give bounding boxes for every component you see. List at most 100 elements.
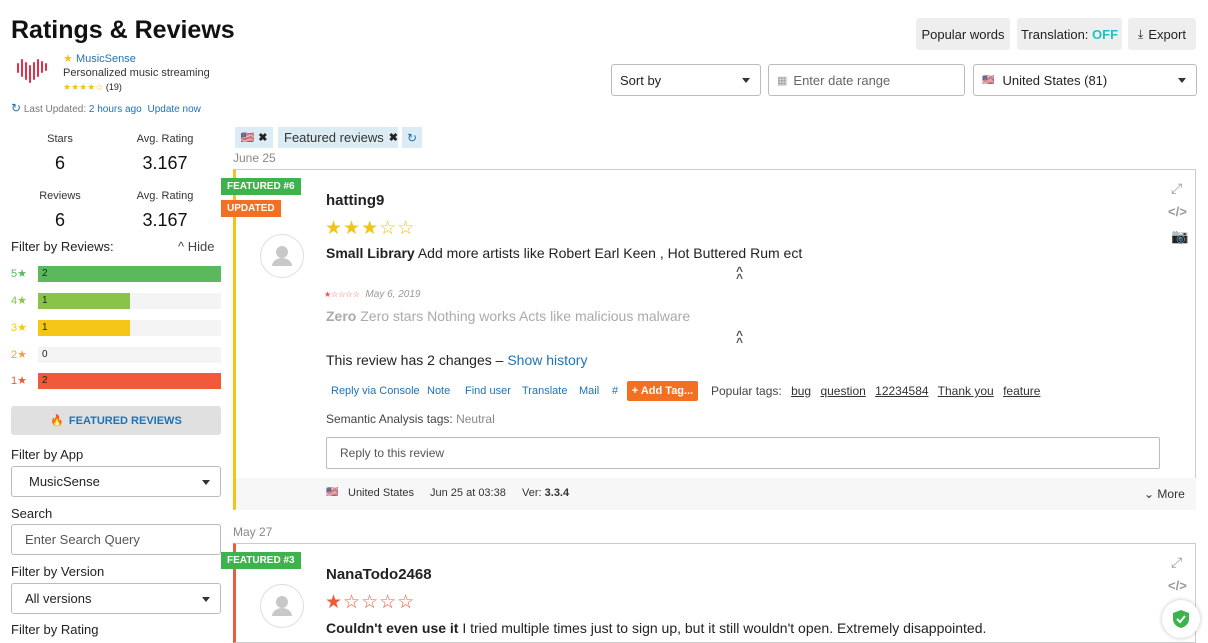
search-label: Search <box>11 506 53 521</box>
filter-reviews-label: Filter by Reviews: <box>11 239 114 254</box>
chevron-down-icon <box>742 78 750 83</box>
rating-filter-count: 1 <box>42 295 48 306</box>
rating-filter-row[interactable]: 1★ 2 <box>11 373 221 389</box>
us-flag-icon: 🇺🇸 <box>326 487 339 498</box>
version-select[interactable]: All versions <box>11 583 221 614</box>
code-icon[interactable]: </> <box>1168 204 1187 219</box>
date-header: May 27 <box>233 525 273 539</box>
us-flag-icon: 🇺🇸 <box>982 74 995 86</box>
chevron-down-icon <box>202 480 210 485</box>
rating-filter-bar: 2 <box>38 373 221 389</box>
rating-filter-fill <box>38 320 130 336</box>
tag-link[interactable]: question <box>820 384 865 398</box>
refresh-icon[interactable]: ↻ <box>11 101 21 115</box>
chevron-down-icon: ⌄ <box>1144 487 1155 501</box>
country-chip[interactable]: 🇺🇸 ✖ <box>235 127 273 148</box>
app-select[interactable]: MusicSense <box>11 466 221 497</box>
camera-icon[interactable]: 📷 <box>1171 228 1188 245</box>
expand-icon[interactable]: ⤢ <box>1171 554 1182 571</box>
popular-words-button[interactable]: Popular words <box>916 18 1010 50</box>
expand-icon[interactable]: ⤢ <box>1171 180 1182 197</box>
date-header: June 25 <box>233 151 276 165</box>
rating-filter-count: 2 <box>42 268 48 279</box>
avatar <box>260 234 304 278</box>
app-logo <box>14 54 50 84</box>
reply-console-link[interactable]: Reply via Console <box>331 385 420 397</box>
review-stars: ★★★☆☆ <box>325 218 416 239</box>
fire-icon: 🔥 <box>50 415 64 427</box>
rating-label: Filter by Rating <box>11 622 99 637</box>
avatar <box>260 584 304 628</box>
tag-link[interactable]: feature <box>1003 384 1040 398</box>
review-footer: 🇺🇸 United States Jun 25 at 03:38 Ver: 3.… <box>236 478 1196 510</box>
review-author: NanaTodo2468 <box>326 566 432 583</box>
app-info: ★ MusicSense Personalized music streamin… <box>63 52 210 94</box>
rating-filter-fill <box>38 266 221 282</box>
rating-filter-row[interactable]: 3★ 1 <box>11 320 221 336</box>
download-icon: ⤓ <box>1138 26 1144 41</box>
date-range-input[interactable]: ▦ Enter date range <box>768 64 965 96</box>
rating-filter-stars: 4★ <box>11 295 27 307</box>
tag-link[interactable]: 12234584 <box>875 384 928 398</box>
chevron-down-icon <box>1178 78 1186 83</box>
rating-filter-fill <box>38 373 221 389</box>
rating-filter-bar: 2 <box>38 266 221 282</box>
popular-tags: Popular tags: bug question 12234584 Than… <box>711 384 1041 398</box>
changes-info: This review has 2 changes – Show history <box>326 352 588 368</box>
rating-filter-stars: 2★ <box>11 349 27 361</box>
collapse-icon[interactable]: ^ ^ <box>736 265 743 284</box>
show-history-link[interactable]: Show history <box>507 352 587 368</box>
find-user-link[interactable]: Find user <box>465 385 511 397</box>
rating-filter-fill <box>38 293 130 309</box>
rating-filter-stars: 5★ <box>11 268 27 280</box>
featured-reviews-button[interactable]: 🔥 FEATURED REVIEWS <box>11 406 221 435</box>
export-button[interactable]: ⤓ Export <box>1128 18 1196 50</box>
code-icon[interactable]: </> <box>1168 578 1187 593</box>
previous-version-text: Zero Zero stars Nothing works Acts like … <box>326 308 691 324</box>
sort-by-select[interactable]: Sort by <box>611 64 761 96</box>
calendar-icon: ▦ <box>777 74 788 87</box>
translate-link[interactable]: Translate <box>522 385 567 397</box>
page-title: Ratings & Reviews <box>11 16 235 44</box>
app-name-link[interactable]: MusicSense <box>76 53 136 65</box>
hide-toggle[interactable]: ^ Hide <box>178 239 214 254</box>
reset-chip[interactable]: ↻ <box>402 127 422 148</box>
rating-filter-row[interactable]: 2★ 0 <box>11 347 221 363</box>
rating-filter-count: 1 <box>42 322 48 333</box>
featured-chip[interactable]: Featured reviews ✖ <box>278 127 398 148</box>
review-card: NanaTodo2468 ★☆☆☆☆ Couldn't even use it … <box>233 543 1196 643</box>
app-rating-count: (19) <box>105 82 122 92</box>
chevron-up-icon: ^ <box>178 239 185 254</box>
app-subtitle: Personalized music streaming <box>63 67 210 79</box>
last-updated: ↻ Last Updated: 2 hours ago Update now <box>11 101 201 115</box>
rating-filter-stars: 1★ <box>11 375 27 387</box>
rating-filter-row[interactable]: 4★ 1 <box>11 293 221 309</box>
add-tag-button[interactable]: + Add Tag... <box>627 381 698 401</box>
chevron-down-icon <box>202 597 210 602</box>
rating-filter-count: 2 <box>42 375 48 386</box>
reply-input[interactable]: Reply to this review <box>326 437 1160 469</box>
favorite-star-icon[interactable]: ★ <box>63 53 73 65</box>
tag-link[interactable]: Thank you <box>938 384 994 398</box>
updated-badge: UPDATED <box>221 200 281 217</box>
tag-link[interactable]: bug <box>791 384 811 398</box>
filter-app-label: Filter by App <box>11 447 84 462</box>
collapse-icon[interactable]: ^ ^ <box>736 329 743 348</box>
rating-filter-row[interactable]: 5★ 2 <box>11 266 221 282</box>
shield-icon[interactable] <box>1162 600 1200 638</box>
rating-filter-bar: 0 <box>38 347 221 363</box>
mail-link[interactable]: Mail <box>579 385 599 397</box>
country-select[interactable]: 🇺🇸 United States (81) <box>973 64 1197 96</box>
note-link[interactable]: Note <box>427 385 450 397</box>
more-toggle[interactable]: ⌄ More <box>1144 487 1185 501</box>
review-text: Couldn't even use it I tried multiple ti… <box>326 620 987 636</box>
search-input[interactable]: Enter Search Query <box>11 524 221 555</box>
update-now-link[interactable]: Update now <box>148 104 201 115</box>
version-label: Filter by Version <box>11 564 105 579</box>
review-author: hatting9 <box>326 192 385 209</box>
hash-link[interactable]: # <box>612 385 618 397</box>
rating-filter-bar: 1 <box>38 320 221 336</box>
rating-filter-count: 0 <box>42 349 48 360</box>
translation-toggle[interactable]: Translation: OFF <box>1017 18 1122 50</box>
review-stars: ★☆☆☆☆ <box>325 592 416 613</box>
